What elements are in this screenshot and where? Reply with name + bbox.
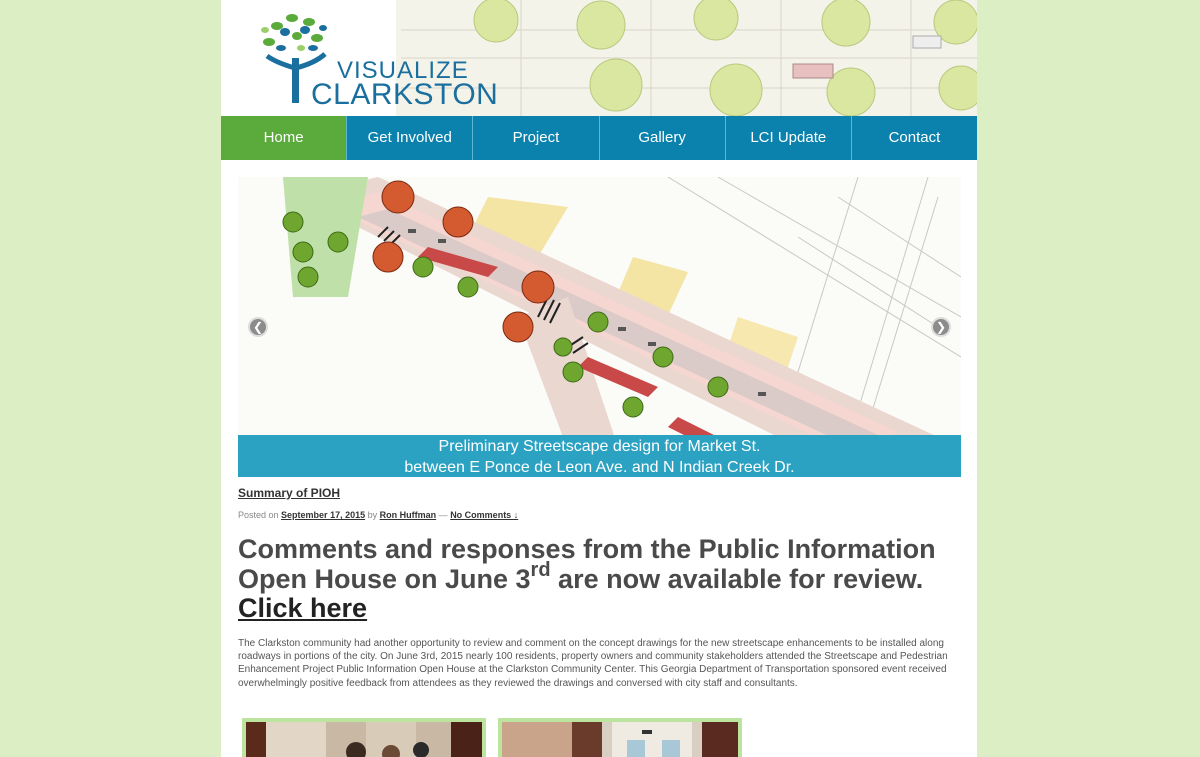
post-meta: Posted on September 17, 2015 by Ron Huff…	[238, 510, 518, 520]
headline-text-2: are now available for review.	[550, 563, 924, 594]
gallery-photo-1[interactable]	[242, 718, 486, 757]
nav-item-contact[interactable]: Contact	[850, 116, 977, 160]
post-headline: Comments and responses from the Public I…	[238, 534, 938, 624]
chevron-right-icon: ❯	[935, 320, 947, 334]
nav-item-get-involved[interactable]: Get Involved	[346, 116, 472, 160]
meta-separator: —	[438, 510, 448, 520]
posted-on-label: Posted on	[238, 510, 279, 520]
post-body: The Clarkston community had another oppo…	[238, 638, 948, 689]
nav-item-lci-update[interactable]: LCI Update	[724, 116, 851, 160]
gallery-photo-2[interactable]	[498, 718, 742, 757]
site-logo[interactable]: VISUALIZE CLARKSTON	[257, 8, 527, 111]
nav-item-project[interactable]: Project	[472, 116, 598, 160]
slider-next-button[interactable]: ❯	[931, 317, 951, 337]
caption-line-2: between E Ponce de Leon Ave. and N India…	[404, 459, 795, 476]
author-link[interactable]: Ron Huffman	[380, 510, 437, 520]
post-date-link[interactable]: September 17, 2015	[281, 510, 365, 520]
by-label: by	[367, 510, 378, 520]
image-slider: ❮ ❯ Preliminary Streetscape design for M…	[238, 177, 961, 477]
meeting-photo-image	[246, 722, 482, 757]
logo-text-bottom: CLARKSTON	[311, 78, 499, 111]
community-center-photo-image	[502, 722, 738, 757]
slider-caption: Preliminary Streetscape design for Marke…	[238, 435, 961, 477]
main-navigation: Home Get Involved Project Gallery LCI Up…	[221, 116, 977, 160]
post-title-link[interactable]: Summary of PIOH	[238, 486, 340, 500]
caption-line-1: Preliminary Streetscape design for Marke…	[438, 438, 761, 455]
click-here-link[interactable]: Click here	[238, 593, 367, 623]
page-container: VISUALIZE CLARKSTON Home Get Involved Pr…	[221, 0, 977, 757]
comments-link[interactable]: No Comments ↓	[450, 510, 518, 520]
slider-prev-button[interactable]: ❮	[248, 317, 268, 337]
streetscape-plan-image	[238, 177, 961, 477]
site-header: VISUALIZE CLARKSTON	[221, 0, 977, 116]
chevron-left-icon: ❮	[252, 320, 264, 334]
nav-item-gallery[interactable]: Gallery	[598, 116, 725, 160]
nav-item-home[interactable]: Home	[221, 116, 347, 160]
headline-superscript: rd	[530, 558, 551, 581]
